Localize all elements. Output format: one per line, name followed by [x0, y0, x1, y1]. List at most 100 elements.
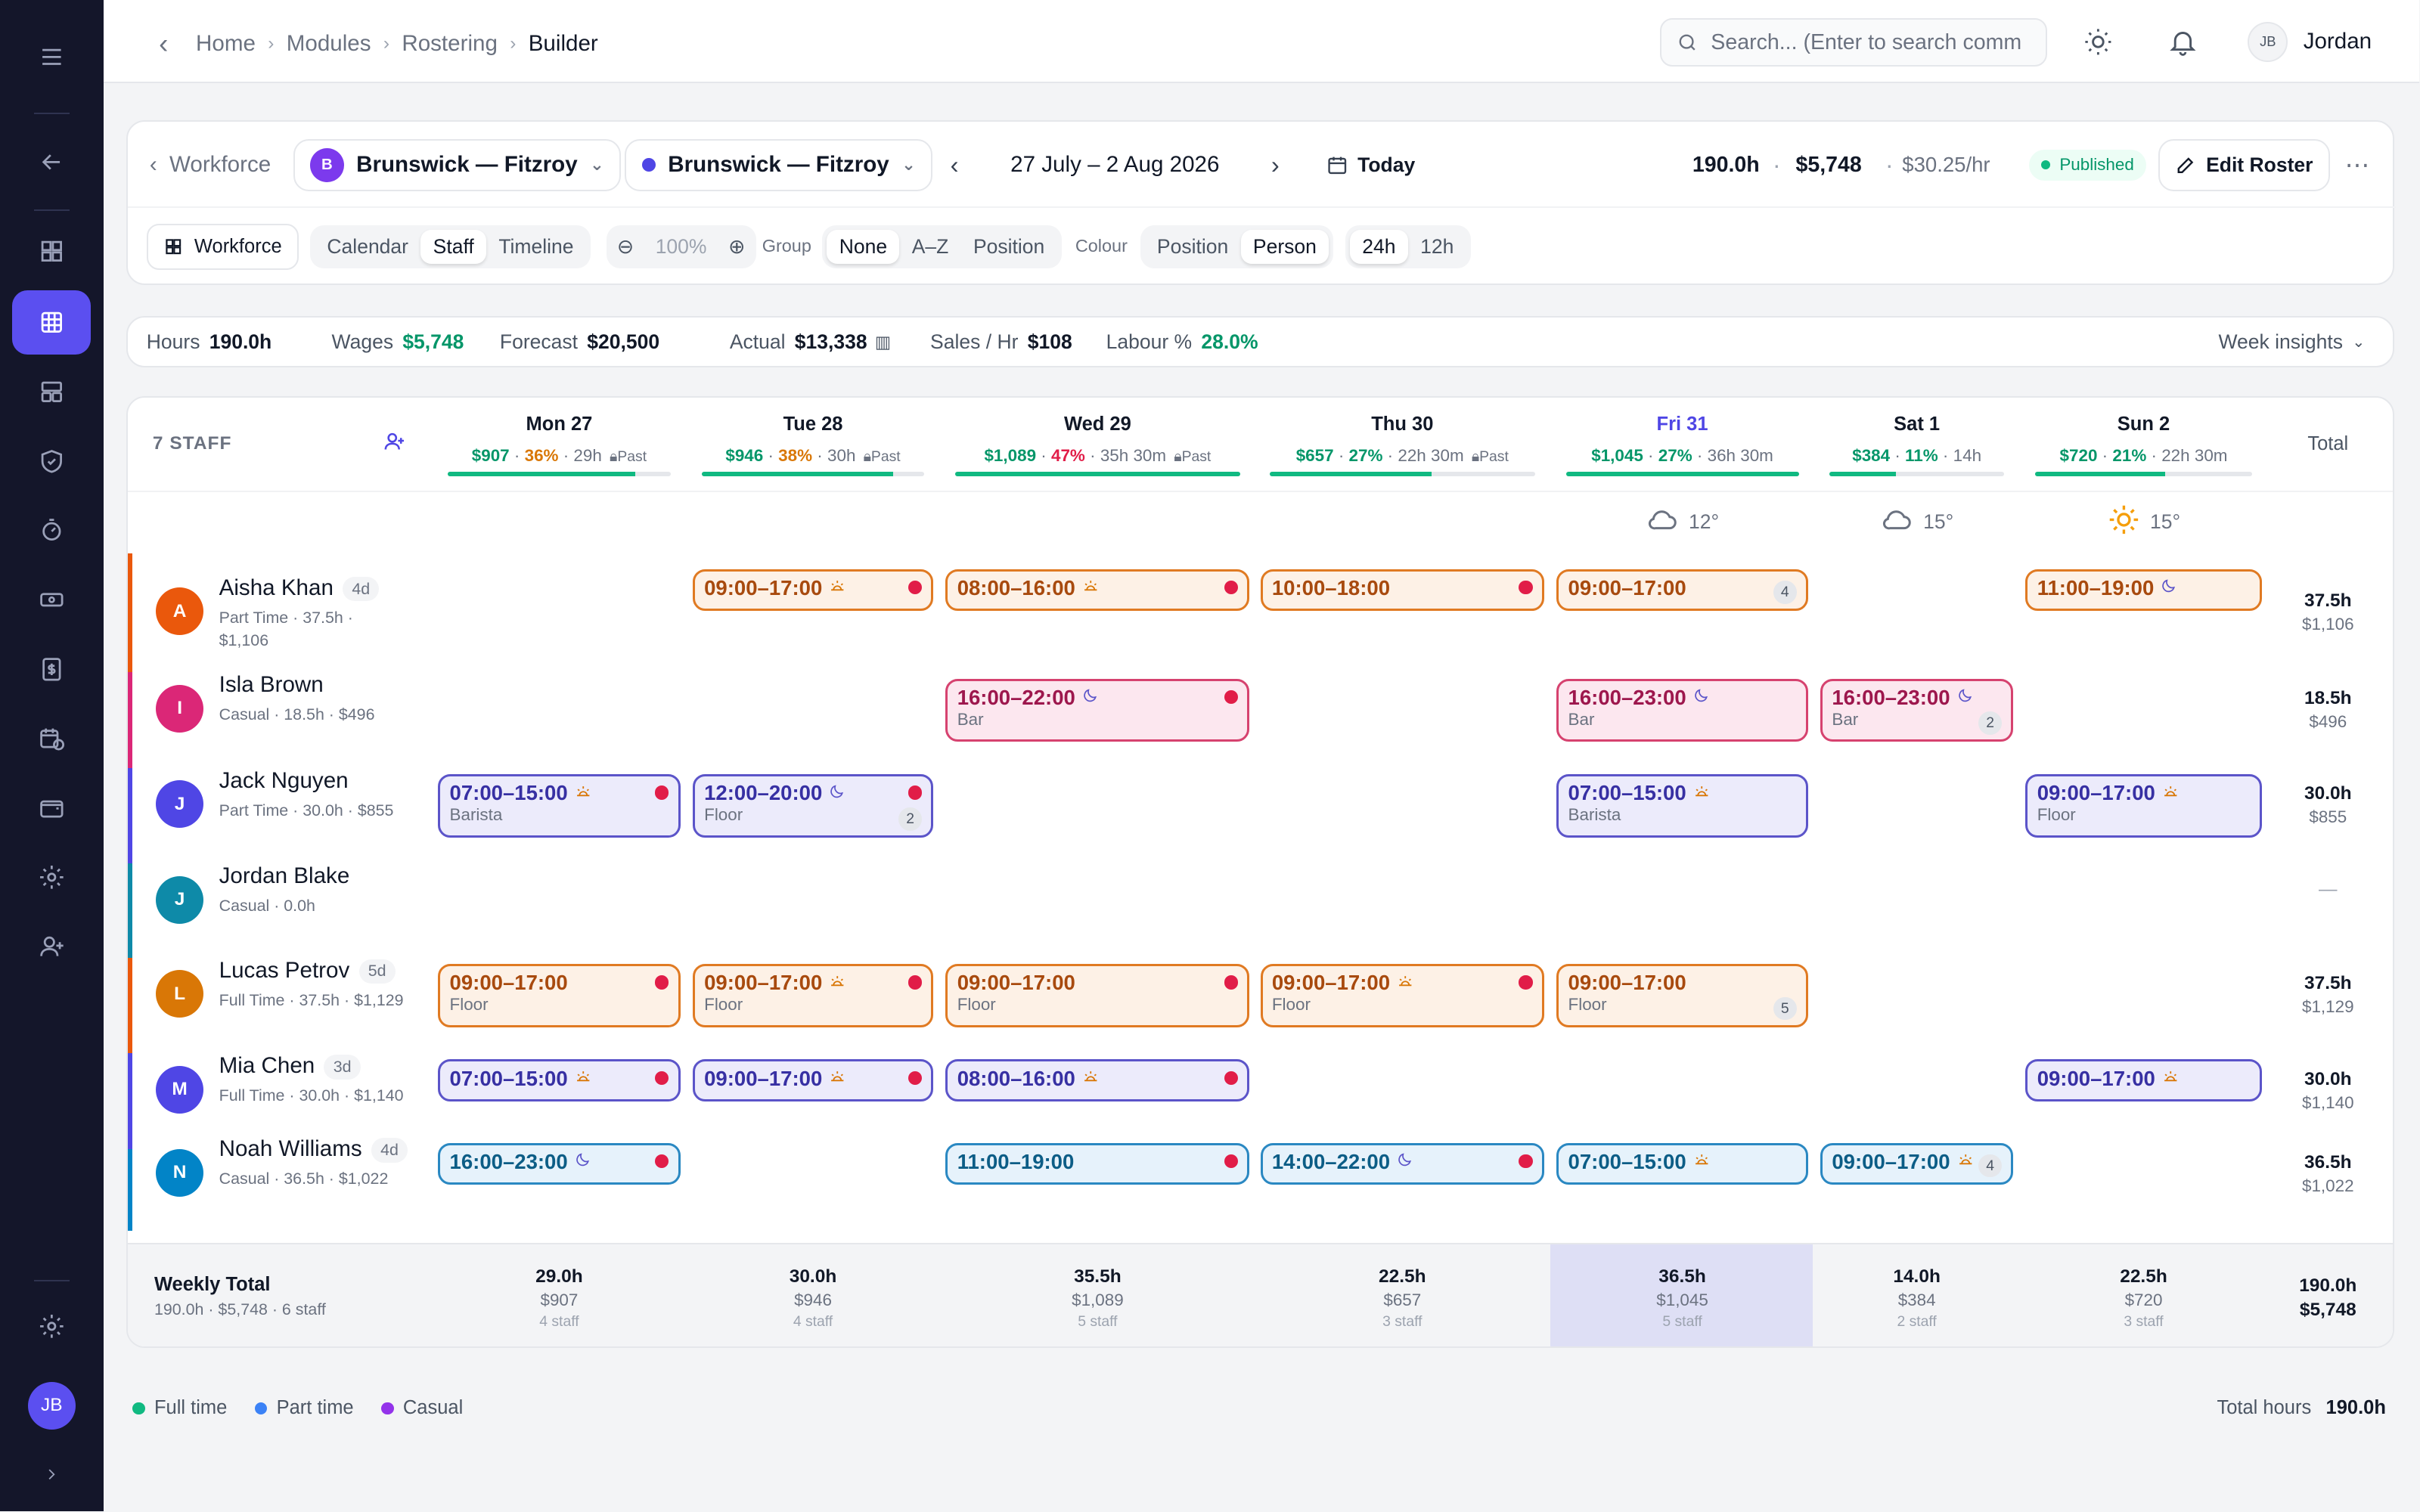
money-icon[interactable] [12, 568, 91, 633]
sunrise-icon [2161, 781, 2180, 805]
view-calendar[interactable]: Calendar [315, 230, 420, 264]
time-24h[interactable]: 24h [1349, 229, 1408, 264]
back-chevron-icon[interactable]: ‹ [159, 28, 168, 60]
shift-card[interactable]: 07:00–15:00 Barista [1556, 774, 1808, 838]
shift-card[interactable]: 09:00–17:00 Floor [438, 963, 681, 1027]
back-to-workforce[interactable]: ‹ Workforce [150, 138, 271, 193]
shift-card[interactable]: 12:00–20:00 Floor 2 [692, 774, 934, 838]
shift-card[interactable]: 09:00–17:00 Floor 5 [1556, 963, 1808, 1027]
shift-card[interactable]: 14:00–22:00 [1260, 1142, 1544, 1185]
shift-card[interactable]: 09:00–17:00 [2025, 1059, 2262, 1101]
shift-card[interactable]: 09:00–17:00 Floor [692, 963, 934, 1027]
alert-dot [654, 785, 669, 800]
group-az[interactable]: A–Z [899, 230, 960, 264]
layout-icon[interactable] [12, 359, 91, 424]
staff-name[interactable]: Isla Brown [219, 672, 324, 698]
add-staff-icon[interactable] [383, 430, 406, 460]
next-week-button[interactable]: › [1271, 138, 1280, 193]
user-menu[interactable]: JB Jordan [2248, 21, 2372, 62]
weekly-day-total: 14.0h $384 2 staff [1820, 1266, 2013, 1331]
time-12h[interactable]: 12h [1408, 230, 1466, 264]
shift-card[interactable]: 07:00–15:00 [438, 1059, 681, 1101]
view-timeline[interactable]: Timeline [486, 230, 586, 264]
group-position[interactable]: Position [961, 230, 1057, 264]
shift-card[interactable]: 09:00–17:00 Floor [2025, 774, 2262, 838]
expand-chevron-icon[interactable] [12, 1442, 91, 1507]
shift-card[interactable]: 10:00–18:00 [1260, 569, 1544, 611]
staff-name[interactable]: Lucas Petrov 5d [219, 958, 396, 984]
shield-icon[interactable] [12, 429, 91, 494]
bell-icon[interactable] [2167, 26, 2198, 57]
day-header[interactable]: Wed 29 $1,089 · 47% · 35h 30m 🔒︎Past [954, 414, 1241, 477]
shift-card[interactable]: 16:00–23:00 Bar [1556, 678, 1808, 742]
breadcrumb-home[interactable]: Home [196, 31, 256, 57]
invoice-icon[interactable] [12, 637, 91, 702]
staff-name[interactable]: Jordan Blake [219, 863, 350, 889]
legend-item: Part time [255, 1397, 354, 1419]
day-header[interactable]: Tue 28 $946 · 38% · 30h 🔒︎Past [702, 414, 924, 477]
today-button[interactable]: Today [1326, 138, 1415, 193]
staff-name[interactable]: Noah Williams 4d [219, 1136, 408, 1163]
zoom-out-icon[interactable]: ⊖ [611, 230, 641, 264]
shift-card[interactable]: 07:00–15:00 Barista [438, 774, 681, 838]
staff-row: M Mia Chen 3d Full Time · 30.0h · $1,140 07:… [128, 1053, 2393, 1149]
shift-time-text: 11:00–19:00 [957, 1149, 1075, 1173]
shift-card[interactable]: 16:00–23:00 Bar 2 [1820, 678, 2014, 742]
location-select[interactable]: B Brunswick — Fitzroy ⌄ [293, 138, 622, 191]
shift-card[interactable]: 16:00–23:00 [438, 1142, 681, 1185]
shift-card[interactable]: 08:00–16:00 [945, 569, 1250, 611]
settings-icon[interactable] [12, 845, 91, 910]
day-header[interactable]: Mon 27 $907 · 36% · 29h 🔒︎Past [447, 414, 672, 477]
shift-card[interactable]: 07:00–15:00 [1556, 1142, 1808, 1185]
settings-icon[interactable] [12, 1294, 91, 1359]
shift-card[interactable]: 09:00–17:00 4 [1556, 569, 1808, 611]
shift-card[interactable]: 09:00–17:00 4 [1820, 1142, 2014, 1185]
shift-time-text: 09:00–17:00 [1568, 575, 1686, 600]
day-header[interactable]: Thu 30 $657 · 27% · 22h 30m 🔒︎Past [1269, 414, 1535, 477]
group-none[interactable]: None [827, 229, 900, 264]
search-input[interactable]: Search... (Enter to search comm [1660, 18, 2048, 67]
shift-card[interactable]: 08:00–16:00 [945, 1059, 1250, 1101]
week-insights-button[interactable]: Week insights ⌄ [2200, 318, 2365, 367]
day-header[interactable]: Sun 2 $720 · 21% · 22h 30m [2034, 414, 2253, 477]
staff-name[interactable]: Mia Chen 3d [219, 1053, 361, 1080]
shift-card[interactable]: 11:00–19:00 [2025, 569, 2262, 611]
staff-accent [128, 863, 133, 959]
day-progress-fill [1565, 472, 1799, 477]
calendar-clock-icon[interactable] [12, 706, 91, 771]
shift-card[interactable]: 09:00–17:00 [692, 1059, 934, 1101]
shift-card[interactable]: 09:00–17:00 [692, 569, 934, 611]
timer-icon[interactable] [12, 498, 91, 563]
collapse-arrow-icon[interactable] [12, 129, 91, 194]
colour-position[interactable]: Position [1145, 230, 1241, 264]
shift-card[interactable]: 16:00–22:00 Bar [945, 678, 1250, 742]
staff-name[interactable]: Jack Nguyen [219, 768, 349, 794]
edit-roster-button[interactable]: Edit Roster [2158, 138, 2330, 191]
breadcrumb-modules[interactable]: Modules [287, 31, 371, 57]
menu-icon[interactable] [12, 25, 91, 90]
shift-time: 09:00–17:00 [450, 971, 669, 995]
user-avatar[interactable]: JB [27, 1381, 76, 1430]
day-header[interactable]: Fri 31 $1,045 · 27% · 36h 30m [1565, 414, 1799, 477]
shift-card[interactable]: 09:00–17:00 Floor [945, 963, 1250, 1027]
view-staff[interactable]: Staff [420, 229, 487, 264]
roster-grid-icon[interactable] [12, 290, 92, 355]
theme-sun-icon[interactable] [2083, 26, 2114, 57]
prev-week-button[interactable]: ‹ [951, 138, 959, 193]
add-user-icon[interactable] [12, 915, 91, 980]
user-name: Jordan [2303, 29, 2372, 54]
shift-card[interactable]: 11:00–19:00 [945, 1142, 1250, 1185]
more-options-icon[interactable]: ⋯ [2345, 138, 2370, 193]
wallet-icon[interactable] [12, 776, 91, 841]
shift-card[interactable]: 09:00–17:00 Floor [1260, 963, 1544, 1027]
workforce-view-button[interactable]: Workforce [146, 223, 299, 270]
bar-chart-icon[interactable]: ▥ [875, 333, 891, 352]
day-header[interactable]: Sat 1 $384 · 11% · 14h [1829, 414, 2004, 477]
area-select[interactable]: Brunswick — Fitzroy ⌄ [625, 138, 933, 191]
zoom-in-icon[interactable]: ⊕ [722, 230, 752, 264]
colour-person[interactable]: Person [1240, 229, 1329, 264]
dashboard-icon[interactable] [12, 219, 91, 284]
breadcrumb-rostering[interactable]: Rostering [402, 31, 498, 57]
staff-details: Casual · 0.0h [219, 894, 315, 918]
staff-name[interactable]: Aisha Khan 4d [219, 575, 380, 602]
